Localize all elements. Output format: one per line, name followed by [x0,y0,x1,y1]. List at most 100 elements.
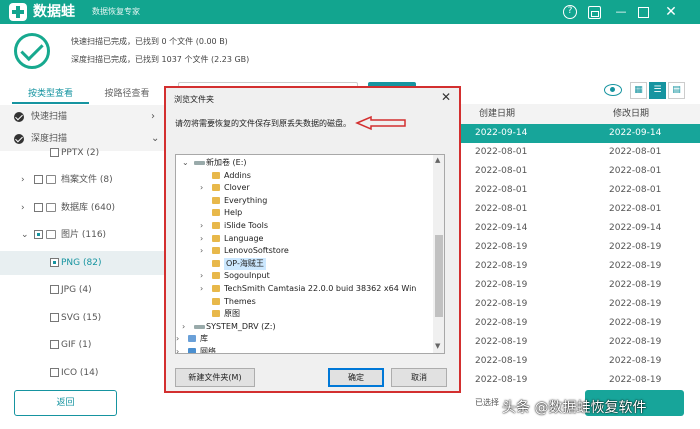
sidebar-item-png[interactable]: PNG (82) [0,251,165,275]
scroll-down-icon[interactable]: ▼ [435,342,440,350]
modified-date-cell: 2022-08-01 [609,147,662,157]
tree-node[interactable]: Help [200,207,431,219]
expand-arrow-icon[interactable]: › [21,168,25,192]
table-row[interactable]: 2022-09-14 2022-09-14 [459,219,700,238]
table-row[interactable]: 2022-08-01 2022-08-01 [459,143,700,162]
sidebar-item-database[interactable]: › 数据库 (640) [0,196,165,220]
tree-node[interactable]: › TechSmith Camtasia 22.0.0 buid 38362 x6… [200,283,431,295]
tree-node[interactable]: › LenovoSoftstore [200,245,431,257]
tree-node[interactable]: › Clover [200,182,431,194]
chevron-right-icon[interactable]: › [200,245,208,257]
table-row[interactable]: 2022-08-19 2022-08-19 [459,276,700,295]
chevron-right-icon[interactable]: › [200,270,208,282]
tree-node[interactable]: Addins [200,170,431,182]
grid-view-button[interactable]: ▦ [630,82,647,99]
sidebar-item-archives[interactable]: › 档案文件 (8) [0,168,165,192]
sidebar-item-jpg[interactable]: JPG (4) [0,278,165,302]
scan-status-panel: 快速扫描已完成，已找到 0 个文件 (0.00 B) 深度扫描已完成，已找到 1… [0,24,700,76]
detail-view-button[interactable]: ▤ [668,82,685,99]
tab-by-path[interactable]: 按路径查看 [90,84,164,104]
dialog-close-button[interactable]: ✕ [437,90,455,104]
modified-date-cell: 2022-08-19 [609,375,662,385]
sidebar-item-label: SVG (15) [61,313,102,323]
tree-node[interactable]: Themes [200,296,431,308]
chevron-right-icon[interactable]: › [200,283,208,295]
checkbox[interactable] [34,175,43,184]
table-row[interactable]: 2022-08-19 2022-08-19 [459,333,700,352]
table-row[interactable]: 2022-09-14 2022-09-14 [459,124,700,143]
tree-node-label: SogouInput [224,271,270,281]
eye-icon[interactable] [604,84,622,96]
chevron-right-icon[interactable]: › [176,333,184,345]
tree-node[interactable]: ⌄ 新加卷 (E:) [182,157,431,169]
column-created[interactable]: 创建日期 [479,104,515,124]
list-view-button[interactable]: ☰ [649,82,666,99]
tree-node[interactable]: › 网络 [176,346,431,353]
checkbox[interactable] [50,313,59,322]
table-row[interactable]: 2022-08-01 2022-08-01 [459,200,700,219]
sidebar-item-pptx[interactable]: PPTX (2) [0,141,165,165]
scrollbar-thumb[interactable] [435,235,443,317]
back-button[interactable]: 返回 [14,390,117,416]
quick-scan-status: 快速扫描已完成，已找到 0 个文件 (0.00 B) [71,37,228,46]
tree-node[interactable]: Everything [200,195,431,207]
chevron-right-icon[interactable]: › [200,182,208,194]
checkbox[interactable] [34,203,43,212]
tree-node-label: Help [224,208,243,218]
help-icon[interactable]: ? [563,5,577,19]
sidebar-item-gif[interactable]: GIF (1) [0,333,165,357]
table-row[interactable]: 2022-08-19 2022-08-19 [459,295,700,314]
table-row[interactable]: 2022-08-19 2022-08-19 [459,314,700,333]
checkbox[interactable] [50,340,59,349]
tree-node[interactable]: › SYSTEM_DRV (Z:) [182,321,431,333]
sidebar-item-label: ICO (14) [61,368,99,378]
checkbox[interactable] [50,148,59,157]
ok-button[interactable]: 确定 [328,368,384,387]
sidebar-item-svg[interactable]: SVG (15) [0,306,165,330]
table-row[interactable]: 2022-08-01 2022-08-01 [459,181,700,200]
expand-arrow-icon[interactable]: › [21,196,25,220]
created-date-cell: 2022-08-19 [475,375,528,385]
checkbox-partial[interactable] [34,230,43,239]
tree-node[interactable]: › iSlide Tools [200,220,431,232]
maximize-button[interactable] [638,7,649,18]
table-row[interactable]: 2022-08-19 2022-08-19 [459,238,700,257]
checkbox[interactable] [50,285,59,294]
tree-node[interactable]: › 库 [176,333,431,345]
table-row[interactable]: 2022-08-01 2022-08-01 [459,162,700,181]
chevron-right-icon[interactable]: › [200,233,208,245]
tab-by-type[interactable]: 按类型查看 [12,84,89,104]
table-row[interactable]: 2022-08-19 2022-08-19 [459,257,700,276]
chevron-down-icon[interactable]: ⌄ [182,157,190,169]
chevron-right-icon[interactable]: › [200,220,208,232]
column-modified[interactable]: 修改日期 [613,104,649,124]
scroll-up-icon[interactable]: ▲ [435,156,440,164]
chevron-right-icon[interactable]: › [176,346,184,353]
tree-node[interactable]: 原图 [200,308,431,320]
checkbox-partial[interactable] [50,258,59,267]
table-row[interactable]: 2022-08-19 2022-08-19 [459,352,700,371]
checkbox[interactable] [50,368,59,377]
tree-node[interactable]: › Language [200,233,431,245]
tree-node-label: SYSTEM_DRV (Z:) [206,321,276,331]
collapse-arrow-icon[interactable]: ⌄ [21,223,29,247]
cancel-button[interactable]: 取消 [391,368,447,387]
chevron-right-icon[interactable]: › [151,105,155,129]
folder-tree[interactable]: ⌄ 新加卷 (E:) Addins › Clover Everything Help › iSl… [175,154,445,354]
chevron-right-icon[interactable]: › [182,321,190,333]
sidebar-item-images[interactable]: ⌄ 图片 (116) [0,223,165,247]
minimize-button[interactable]: — [613,4,629,20]
tree-node[interactable]: OP-海贼王 [200,257,431,270]
sidebar-quick-scan[interactable]: 快速扫描 › [0,105,165,129]
sidebar-item-ico[interactable]: ICO (14) [0,361,165,385]
watermark: 头条 @数据蛙恢复软件 [502,400,647,416]
created-date-cell: 2022-08-19 [475,318,528,328]
new-folder-button[interactable]: 新建文件夹(M) [175,368,255,387]
close-button[interactable]: ✕ [663,4,679,20]
save-icon[interactable] [588,6,601,19]
library-icon [188,335,196,343]
folder-icon [212,259,220,267]
table-row[interactable]: 2022-08-19 2022-08-19 [459,371,700,390]
modified-date-cell: 2022-08-19 [609,337,662,347]
tree-node[interactable]: › SogouInput [200,270,431,282]
